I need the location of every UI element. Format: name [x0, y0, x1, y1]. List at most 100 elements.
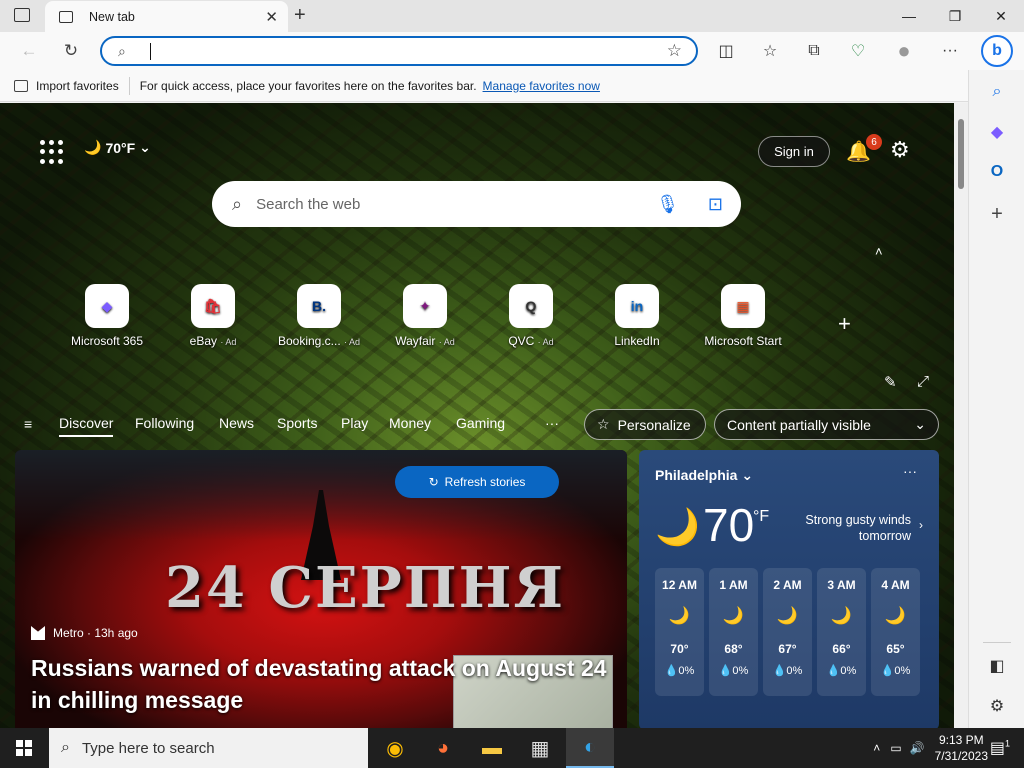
tray-overflow-icon[interactable]: ˄ [873, 741, 880, 755]
start-button[interactable] [0, 728, 48, 768]
bing-chat-button[interactable]: b [981, 35, 1013, 67]
feed-tab-discover[interactable]: Discover [59, 415, 114, 437]
store-icon[interactable]: ▦ [516, 728, 564, 768]
back-button[interactable]: ← [14, 36, 44, 66]
personalize-button[interactable]: ☆ Personalize [584, 409, 706, 440]
sidebar-add-icon[interactable]: + [985, 202, 1009, 226]
moon-icon: 🌙 [668, 606, 691, 625]
feed-tab-sports[interactable]: Sports [277, 415, 317, 431]
sidebar-search-icon[interactable]: ⌕ [985, 80, 1009, 104]
new-tab-page: 🌙 70°F ⌄ Sign in 🔔 6 ⚙ ⌕ Search the web … [0, 103, 954, 728]
hourly-item: 2 AM 🌙 67° 💧0% [763, 568, 812, 696]
story-source-label: Metro · 13h ago [53, 626, 138, 640]
firefox-icon[interactable]: ◕ [419, 728, 467, 768]
import-favorites-button[interactable]: Import favorites [14, 79, 119, 93]
visual-search-icon[interactable]: ⊡ [708, 194, 723, 215]
shortcut-tile[interactable]: in LinkedIn [582, 284, 692, 348]
refresh-button[interactable]: ↻ [56, 36, 86, 66]
search-placeholder: Search the web [256, 195, 361, 213]
collections-icon[interactable]: ⧉ [798, 36, 830, 66]
shortcut-tile[interactable]: ▦ Microsoft Start [688, 284, 798, 348]
feed-tab-gaming[interactable]: Gaming [456, 415, 505, 431]
hour-time: 4 AM [881, 578, 910, 592]
expand-icon[interactable]: ⤢ [917, 373, 929, 390]
weather-unit: °F [753, 508, 770, 525]
close-window-button[interactable]: ✕ [978, 0, 1024, 32]
more-menu-icon[interactable]: ··· [934, 36, 966, 66]
favorites-icon[interactable]: ☆ [754, 36, 786, 66]
content-visibility-dropdown[interactable]: Content partially visible ⌄ [714, 409, 939, 440]
add-shortcut-icon[interactable]: + [838, 311, 851, 337]
weather-card[interactable]: Philadelphia ⌄ ··· 🌙 70 °F Strong gusty … [639, 450, 939, 728]
action-center-icon[interactable]: ▤1 [990, 738, 1010, 758]
sidebar-layout-icon[interactable]: ◧ [985, 654, 1009, 678]
shortcut-icon: Q [509, 284, 553, 328]
shortcut-label: Microsoft Start [704, 334, 782, 348]
shortcut-tile[interactable]: B. Booking.c... · Ad [264, 284, 374, 348]
shortcut-icon: ◆ [85, 284, 129, 328]
collapse-caret-icon[interactable]: ˄ [875, 244, 883, 259]
page-settings-gear-icon[interactable]: ⚙ [890, 137, 910, 163]
hour-temp: 65° [886, 642, 905, 656]
file-explorer-icon[interactable]: ▬ [468, 728, 516, 768]
hour-time: 1 AM [719, 578, 748, 592]
edit-background-icon[interactable]: ✎ [884, 373, 897, 391]
sidebar-settings-icon[interactable]: ⚙ [985, 694, 1009, 718]
feed-tab-news[interactable]: News [219, 415, 254, 431]
shortcut-tile[interactable]: ◆ Microsoft 365 [52, 284, 162, 348]
manage-favorites-link[interactable]: Manage favorites now [483, 79, 600, 93]
sign-in-button[interactable]: Sign in [758, 136, 830, 167]
address-input[interactable]: ⌕ ☆ [100, 36, 698, 66]
profile-avatar[interactable]: ● [888, 36, 920, 66]
favorite-star-icon[interactable]: ☆ [667, 41, 682, 61]
maximize-button[interactable]: ❐ [932, 0, 978, 32]
chrome-icon[interactable]: ◉ [371, 728, 419, 768]
feed-menu-icon[interactable]: ≡ [24, 416, 32, 432]
sidebar-outlook-icon[interactable]: O [985, 160, 1009, 184]
feed-tab-following[interactable]: Following [135, 415, 194, 431]
shortcut-label: LinkedIn [614, 334, 660, 348]
tab-actions-icon[interactable] [14, 8, 30, 22]
web-search-box[interactable]: ⌕ Search the web 🎙 ⊡ [212, 181, 741, 227]
feed-more-icon[interactable]: ··· [545, 415, 559, 431]
refresh-stories-button[interactable]: ↻ Refresh stories [395, 466, 559, 498]
ad-tag: · Ad [220, 337, 237, 347]
weather-mini-button[interactable]: 🌙 70°F ⌄ [84, 139, 151, 156]
scrollbar-thumb[interactable] [958, 119, 964, 189]
toolbar: ← ↻ ⌕ ☆ ◫ ☆ ⧉ ♡ ● ··· [0, 32, 1024, 70]
edge-icon[interactable]: ◐ [566, 728, 614, 768]
notification-badge: 6 [866, 134, 882, 150]
feed-tab-play[interactable]: Play [341, 415, 368, 431]
hourly-item: 3 AM 🌙 66° 💧0% [817, 568, 866, 696]
shortcut-label: Microsoft 365 [70, 334, 144, 348]
minimize-button[interactable]: — [886, 0, 932, 32]
page-scrollbar[interactable] [954, 103, 968, 728]
taskbar-search-box[interactable]: ⌕ Type here to search [49, 728, 368, 768]
hour-time: 2 AM [773, 578, 802, 592]
shortcut-tile[interactable]: ✦ Wayfair · Ad [370, 284, 480, 348]
shortcut-tile[interactable]: Q QVC · Ad [476, 284, 586, 348]
feed-tab-money[interactable]: Money [389, 415, 431, 431]
moon-icon: 🌙 [830, 606, 853, 625]
clock[interactable]: 9:13 PM 7/31/2023 [935, 732, 988, 764]
story-headline[interactable]: Russians warned of devastating attack on… [31, 652, 621, 716]
shortcut-tile[interactable]: 🛍 eBay · Ad [158, 284, 268, 348]
network-icon[interactable]: ▭ [890, 741, 901, 755]
browser-tab[interactable]: New tab ✕ [45, 1, 288, 32]
shortcut-icon: ▦ [721, 284, 765, 328]
hour-temp: 68° [724, 642, 743, 656]
split-screen-icon[interactable]: ◫ [710, 36, 742, 66]
tab-close-icon[interactable]: ✕ [265, 8, 278, 26]
microphone-icon[interactable]: 🎙 [656, 194, 679, 215]
edge-sidebar: ⌕ ◆ O + ◧ ⚙ [968, 70, 1024, 728]
clock-time: 9:13 PM [938, 733, 984, 747]
weather-wind-alert[interactable]: Strong gusty winds tomorrow [787, 512, 911, 544]
app-launcher-icon[interactable] [40, 140, 64, 164]
weather-city[interactable]: Philadelphia ⌄ [655, 467, 753, 484]
volume-icon[interactable]: 🔊 [910, 741, 925, 755]
chevron-right-icon[interactable]: › [919, 518, 923, 532]
new-tab-button[interactable]: + [294, 4, 306, 27]
sidebar-copilot-icon[interactable]: ◆ [985, 120, 1009, 144]
weather-more-icon[interactable]: ··· [903, 463, 917, 479]
browser-essentials-icon[interactable]: ♡ [842, 36, 874, 66]
